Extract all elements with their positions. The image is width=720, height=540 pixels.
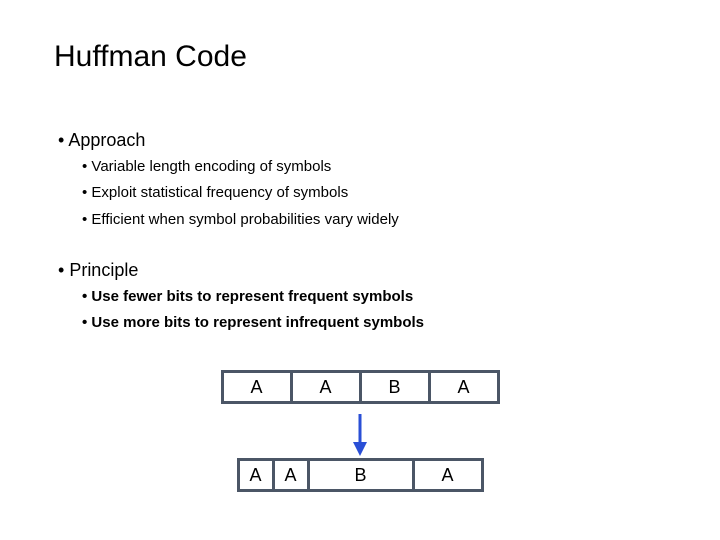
cells: A A B A — [0, 458, 720, 492]
variable-length-row: A A B A — [0, 458, 720, 492]
list-item: Use more bits to represent infrequent sy… — [82, 313, 424, 333]
list-item: Variable length encoding of symbols — [82, 157, 399, 177]
list-item: Efficient when symbol probabilities vary… — [82, 210, 399, 230]
list-item: Use fewer bits to represent frequent sym… — [82, 287, 424, 307]
cell: A — [272, 458, 310, 492]
arrow-down-icon — [351, 412, 369, 456]
cell: B — [359, 370, 431, 404]
section-approach: Approach Variable length encoding of sym… — [58, 130, 399, 230]
section-heading: Approach — [58, 130, 399, 151]
cell: A — [412, 458, 484, 492]
fixed-length-row: A A B A — [0, 370, 720, 404]
cell: A — [237, 458, 275, 492]
cell: B — [307, 458, 415, 492]
section-heading: Principle — [58, 260, 424, 281]
cell: A — [290, 370, 362, 404]
cells: A A B A — [0, 370, 720, 404]
list-item: Exploit statistical frequency of symbols — [82, 183, 399, 203]
slide-title: Huffman Code — [54, 40, 247, 74]
section-principle: Principle Use fewer bits to represent fr… — [58, 260, 424, 334]
slide: Huffman Code Approach Variable length en… — [0, 0, 720, 540]
cell: A — [428, 370, 500, 404]
arrow-down — [0, 410, 720, 458]
cell: A — [221, 370, 293, 404]
